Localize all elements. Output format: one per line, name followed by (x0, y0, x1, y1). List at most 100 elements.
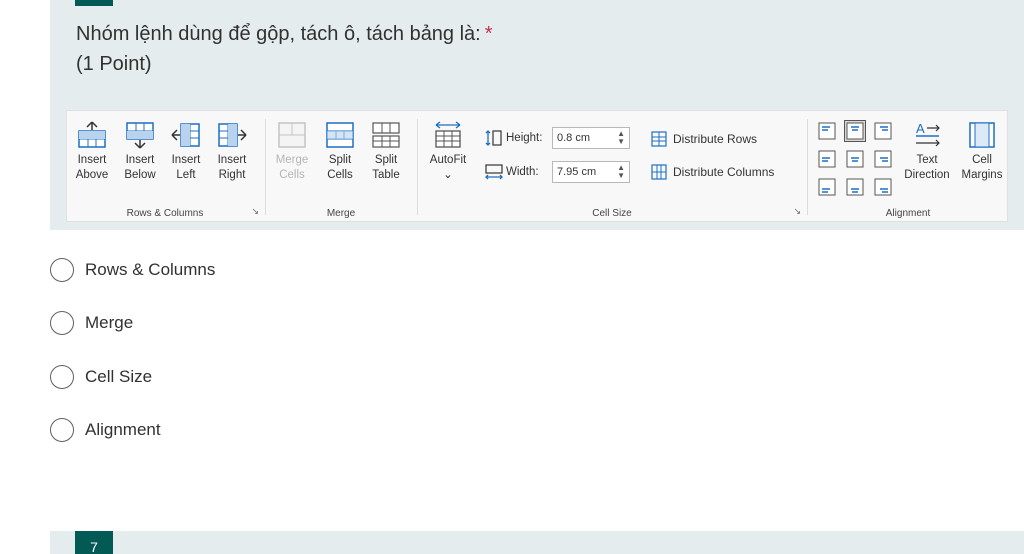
svg-text:A: A (916, 121, 925, 136)
autofit-icon (433, 121, 463, 149)
group-separator (417, 119, 418, 215)
merge-cells-icon (277, 121, 307, 149)
merge-cells-label-2: Cells (279, 169, 305, 181)
insert-left-icon (171, 121, 201, 149)
height-label: Height: (506, 132, 543, 144)
group-separator (265, 119, 266, 215)
group-separator (807, 119, 808, 215)
option-label: Cell Size (85, 367, 153, 386)
radio-button[interactable] (50, 418, 74, 442)
ribbon-group-alignment: A Text Direction Cell Margins Alignment (809, 111, 1007, 223)
cell-margins-button: Cell Margins (957, 121, 1007, 183)
chevron-down-icon: ⌄ (443, 169, 453, 181)
ribbon-group-merge: Merge Cells Split Cells Split Table Merg… (267, 111, 415, 223)
option-merge[interactable]: Merge (50, 310, 133, 336)
form-page: Nhóm lệnh dùng để gộp, tách ô, tách bảng… (0, 0, 1024, 554)
option-rows-columns[interactable]: Rows & Columns (50, 257, 215, 283)
insert-right-button: Insert Right (209, 121, 255, 183)
align-middle-left-icon (817, 149, 837, 169)
align-middle-center-icon (845, 149, 865, 169)
align-top-left-icon (817, 121, 837, 141)
align-bottom-center-icon (845, 177, 865, 197)
align-top-center-icon (844, 120, 866, 142)
autofit-label: AutoFit (429, 154, 467, 166)
option-label: Merge (85, 313, 134, 332)
option-cell-size[interactable]: Cell Size (50, 364, 152, 390)
question-number-badge (75, 0, 113, 6)
option-label: Rows & Columns (85, 260, 216, 279)
cell-margins-label-2: Margins (961, 169, 1003, 181)
align-middle-right-icon (873, 149, 893, 169)
cell-margins-label-1: Cell (972, 154, 992, 166)
width-input: 7.95 cm ▲ ▼ (552, 161, 630, 183)
question-title: Nhóm lệnh dùng để gộp, tách ô, tách bảng… (76, 21, 493, 47)
insert-left-button: Insert Left (163, 121, 209, 183)
split-table-label-2: Table (372, 169, 400, 181)
distribute-rows-label: Distribute Rows (673, 132, 758, 146)
insert-below-label-2: Below (124, 169, 156, 181)
option-label: Alignment (85, 420, 161, 439)
split-cells-label-2: Cells (327, 169, 353, 181)
split-table-label-1: Split (374, 154, 398, 166)
spinner-icon: ▲ ▼ (617, 163, 625, 180)
insert-left-label-1: Insert (171, 154, 201, 166)
split-cells-button: Split Cells (317, 121, 363, 183)
align-bottom-left-icon (817, 177, 837, 197)
question-text: Nhóm lệnh dùng để gộp, tách ô, tách bảng… (76, 23, 481, 45)
text-direction-icon: A (912, 121, 942, 149)
insert-right-label-1: Insert (217, 154, 247, 166)
spinner-icon: ▲ ▼ (617, 129, 625, 146)
insert-below-icon (125, 121, 155, 149)
align-top-right-icon (873, 121, 893, 141)
group-label-rows-columns: Rows & Columns (126, 208, 204, 219)
merge-cells-button: Merge Cells (269, 121, 315, 183)
distribute-rows-button: Distribute Rows (651, 131, 757, 147)
insert-above-label-1: Insert (77, 154, 107, 166)
width-value: 7.95 cm (557, 166, 597, 178)
distribute-columns-label: Distribute Columns (673, 165, 775, 179)
radio-button[interactable] (50, 311, 74, 335)
insert-above-label-2: Above (75, 169, 109, 181)
group-label-merge: Merge (326, 208, 356, 219)
row-height-icon (485, 130, 502, 146)
next-question-card (50, 531, 1024, 554)
distribute-columns-icon (651, 164, 667, 180)
width-label: Width: (506, 166, 539, 178)
launcher-icon: ↘ (251, 206, 259, 216)
insert-below-button: Insert Below (117, 121, 163, 183)
ribbon-image: Insert Above Insert Below Insert Left In… (66, 110, 1008, 222)
height-input: 0.8 cm ▲ ▼ (552, 127, 630, 149)
column-width-icon (485, 164, 503, 180)
insert-above-button: Insert Above (69, 121, 115, 183)
question-points: (1 Point) (76, 53, 152, 75)
split-table-icon (371, 121, 401, 149)
distribute-columns-button: Distribute Columns (651, 164, 774, 180)
height-value: 0.8 cm (557, 132, 591, 144)
ribbon-group-rows-columns: Insert Above Insert Below Insert Left In… (67, 111, 263, 223)
distribute-rows-icon (651, 131, 667, 147)
launcher-icon: ↘ (793, 206, 801, 216)
text-direction-button: A Text Direction (899, 121, 955, 183)
next-question-number: 7 (75, 531, 113, 554)
radio-button[interactable] (50, 365, 74, 389)
insert-right-icon (217, 121, 247, 149)
text-direction-label-1: Text (916, 154, 938, 166)
split-cells-label-1: Split (328, 154, 352, 166)
group-label-cell-size: Cell Size (592, 208, 632, 219)
align-bottom-right-icon (873, 177, 893, 197)
required-marker: * (484, 23, 493, 45)
split-table-button: Split Table (363, 121, 409, 183)
insert-right-label-2: Right (218, 169, 246, 181)
insert-below-label-1: Insert (125, 154, 155, 166)
width-row: Width: 7.95 cm ▲ ▼ (485, 161, 630, 183)
cell-margins-icon (967, 121, 997, 149)
insert-above-icon (77, 121, 107, 149)
height-row: Height: 0.8 cm ▲ ▼ (485, 127, 630, 149)
radio-button[interactable] (50, 258, 74, 282)
insert-left-label-2: Left (176, 169, 196, 181)
ribbon-group-cell-size: AutoFit ⌄ Height: 0.8 cm ▲ ▼ Width: 7.95 … (419, 111, 805, 223)
text-direction-label-2: Direction (904, 169, 950, 181)
merge-cells-label-1: Merge (275, 154, 309, 166)
option-alignment[interactable]: Alignment (50, 417, 161, 443)
group-label-alignment: Alignment (885, 208, 931, 219)
